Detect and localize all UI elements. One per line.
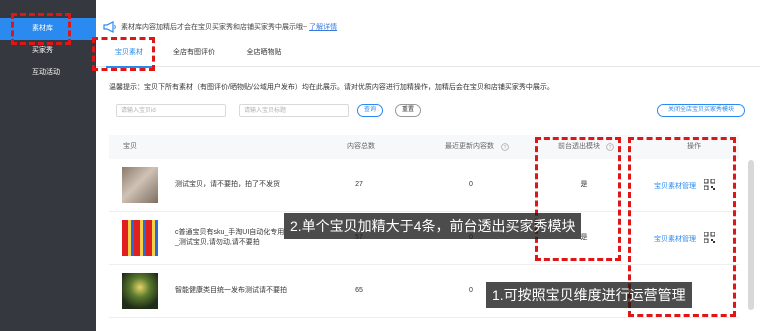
- qr-code-icon[interactable]: [704, 179, 715, 190]
- tab-bar: 宝贝素材 全店有图评价 全店晒物贴: [96, 42, 760, 68]
- header-operation: 操作: [687, 143, 701, 150]
- tab-store-image-reviews[interactable]: 全店有图评价: [166, 42, 222, 66]
- annotation-label-bottom: 1.可按照宝贝维度进行运营管理: [486, 282, 692, 308]
- table-row: 测试宝贝，请不要拍，拍了不发货 27 0 是 宝贝素材管理: [109, 159, 739, 212]
- item-title[interactable]: c普通宝贝有sku_手淘UI自动化专用_测试宝贝,请勿动,请不要拍: [175, 228, 285, 248]
- annotation-label-middle: 2.单个宝贝加精大于4条，前台透出买家秀模块: [284, 213, 582, 239]
- tab-item-material[interactable]: 宝贝素材: [106, 42, 152, 68]
- table-header: 宝贝 内容总数 最近更新内容数 ? 前台透出模块 ? 操作: [109, 135, 739, 159]
- item-title[interactable]: 测试宝贝，请不要拍，拍了不发货: [175, 180, 280, 190]
- tab-store-show-posts[interactable]: 全店晒物贴: [238, 42, 290, 66]
- sidebar-item-interactive-activity[interactable]: 互动活动: [0, 62, 96, 84]
- svg-text:?: ?: [504, 145, 507, 151]
- item-thumbnail[interactable]: [122, 167, 158, 203]
- recent-count: 0: [469, 287, 473, 294]
- recent-count: 0: [469, 181, 473, 188]
- tip-text: 温馨提示：宝贝下所有素材（有图评价/晒物贴/公域用户发布）均在此展示。请对优质内…: [109, 84, 554, 91]
- megaphone-icon: [103, 21, 116, 33]
- qr-code-icon[interactable]: [704, 232, 715, 243]
- item-id-input[interactable]: 请输入宝贝id: [116, 104, 226, 117]
- content-total: 65: [355, 287, 363, 294]
- header-item: 宝贝: [123, 143, 137, 150]
- search-row: 请输入宝贝id 请输入宝贝标题 查询 重置 关闭全店宝贝买家秀模块: [96, 104, 760, 120]
- item-material-manage-link[interactable]: 宝贝素材管理: [654, 234, 696, 244]
- sidebar: 素材库 买家秀 互动活动: [0, 0, 96, 331]
- learn-more-link[interactable]: 了解详情: [309, 22, 337, 32]
- svg-text:?: ?: [609, 145, 612, 151]
- item-title[interactable]: 智能健康类目统一发布测试请不要拍: [175, 286, 287, 296]
- header-total: 内容总数: [347, 143, 375, 150]
- help-icon[interactable]: ?: [501, 143, 509, 151]
- query-button[interactable]: 查询: [357, 104, 383, 117]
- sidebar-item-material-library[interactable]: 素材库: [0, 18, 96, 40]
- item-material-manage-link[interactable]: 宝贝素材管理: [654, 181, 696, 191]
- notice-bar: 素材库内容加精后才会在宝贝买家秀和店铺买家秀中展示哦~ 了解详情: [103, 17, 337, 37]
- header-front-module: 前台透出模块: [558, 143, 600, 150]
- header-recent: 最近更新内容数: [445, 143, 494, 150]
- notice-text: 素材库内容加精后才会在宝贝买家秀和店铺买家秀中展示哦~: [121, 24, 308, 31]
- item-thumbnail[interactable]: [122, 273, 158, 309]
- close-store-buyer-show-button[interactable]: 关闭全店宝贝买家秀模块: [657, 104, 745, 117]
- help-icon[interactable]: ?: [606, 143, 614, 151]
- item-title-input[interactable]: 请输入宝贝标题: [239, 104, 349, 117]
- item-thumbnail[interactable]: [122, 220, 158, 256]
- content-total: 27: [355, 181, 363, 188]
- sidebar-item-buyer-show[interactable]: 买家秀: [0, 40, 96, 62]
- reset-button[interactable]: 重置: [395, 104, 421, 117]
- front-module-status: 是: [580, 181, 588, 188]
- vertical-scrollbar[interactable]: [748, 160, 754, 310]
